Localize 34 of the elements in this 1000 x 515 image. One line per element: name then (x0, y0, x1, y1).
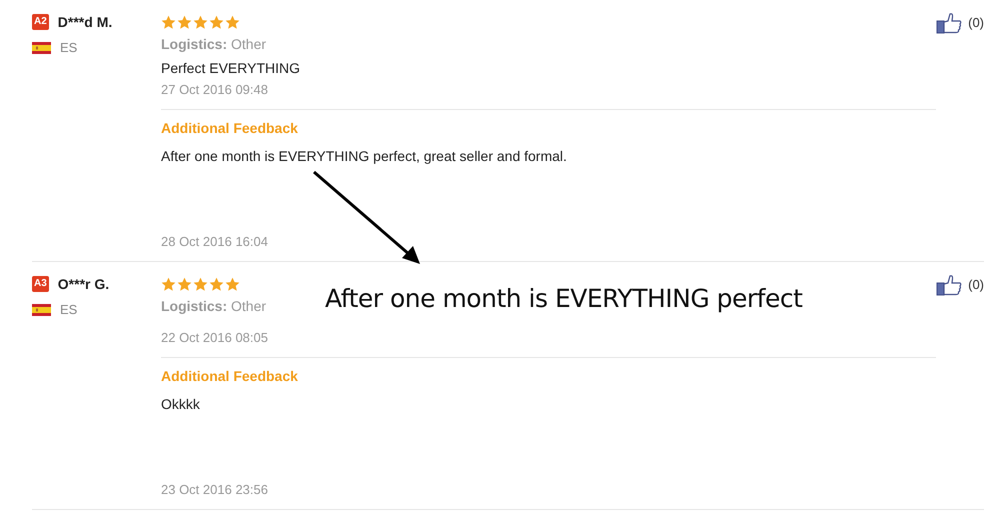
star-icon (177, 14, 192, 30)
logistics-info: Logistics: Other (161, 36, 266, 52)
country-code: ES (60, 40, 78, 55)
thumbs-up-icon[interactable] (936, 274, 962, 296)
section-heading: Additional Feedback (161, 120, 298, 136)
review-date: 22 Oct 2016 08:05 (161, 330, 268, 345)
level-badge: A3 (32, 276, 49, 292)
star-icon (209, 14, 224, 30)
country-code: ES (60, 302, 78, 317)
flag-icon (32, 42, 51, 54)
star-icon (161, 14, 176, 30)
like-count: (0) (968, 277, 984, 292)
annotation-text: After one month is EVERYTHING perfect (325, 284, 802, 313)
star-icon (209, 276, 224, 292)
star-icon (177, 276, 192, 292)
feedback-text: Okkkk (161, 396, 200, 412)
star-icon (193, 276, 208, 292)
star-icon (161, 276, 176, 292)
logistics-info: Logistics: Other (161, 298, 266, 314)
review-comment: Perfect EVERYTHING (161, 60, 300, 76)
review-date: 27 Oct 2016 09:48 (161, 82, 268, 97)
thumbs-up-icon[interactable] (936, 12, 962, 34)
like-count: (0) (968, 15, 984, 30)
reviewer-name: D***d M. (58, 14, 112, 30)
section-heading: Additional Feedback (161, 368, 298, 384)
feedback-date: 28 Oct 2016 16:04 (161, 234, 268, 249)
feedback-text: After one month is EVERYTHING perfect, great seller and formal. (161, 148, 567, 164)
level-badge: A2 (32, 14, 49, 30)
star-icon (225, 14, 240, 30)
star-icon (193, 14, 208, 30)
feedback-date: 23 Oct 2016 23:56 (161, 482, 268, 497)
flag-icon (32, 304, 51, 316)
reviewer-name: O***r G. (58, 276, 110, 292)
star-icon (225, 276, 240, 292)
